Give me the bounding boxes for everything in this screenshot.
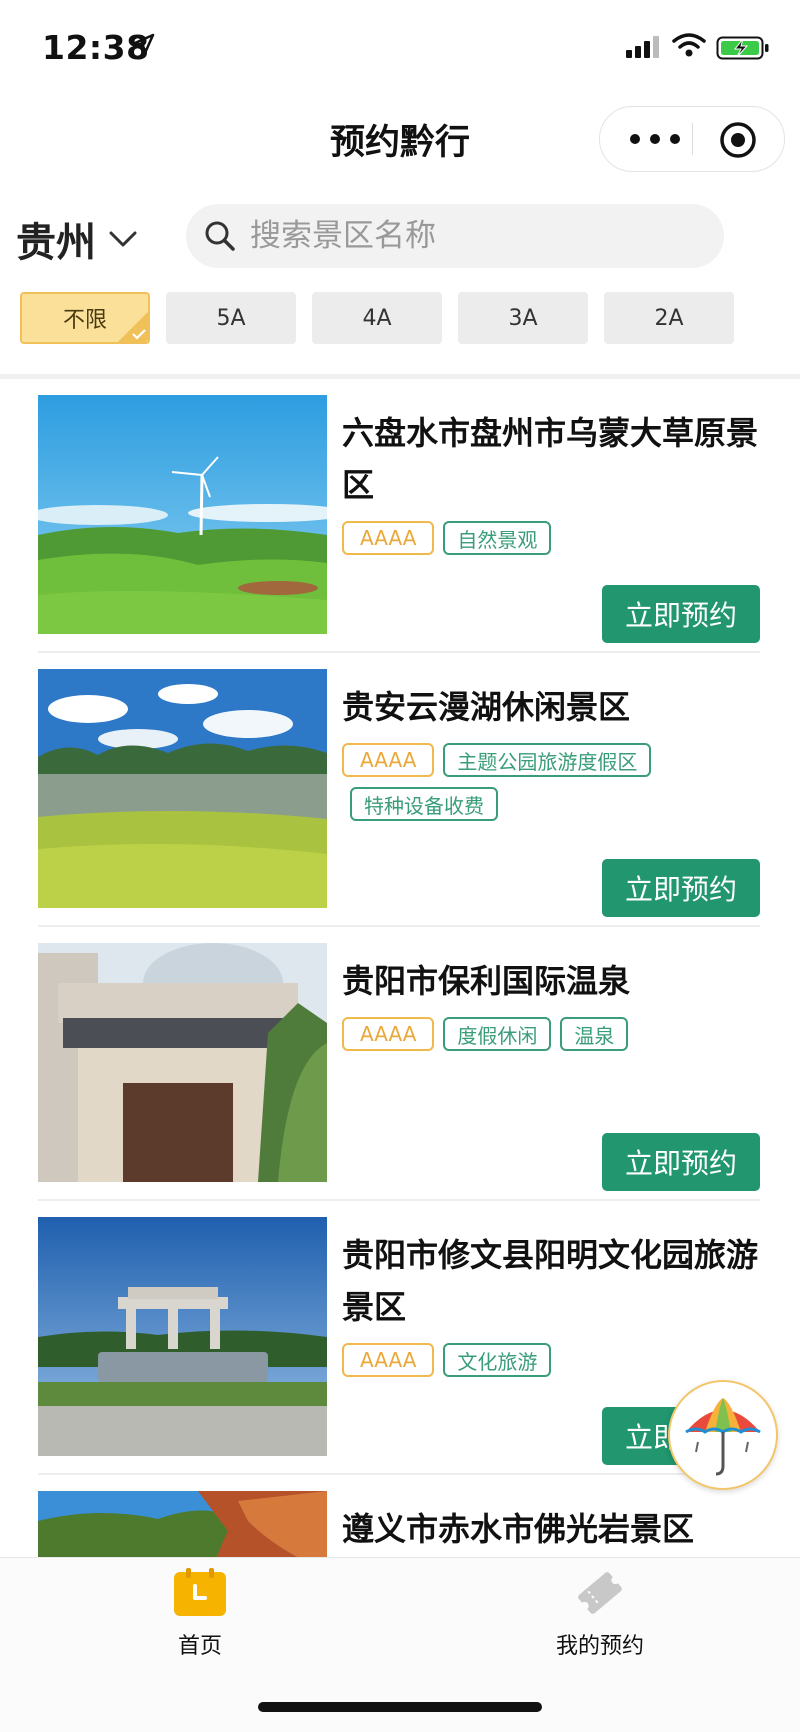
book-now-button[interactable]: 立即预约: [602, 859, 760, 917]
wifi-icon: [672, 33, 706, 57]
tab-label: 我的预约: [555, 1634, 644, 1659]
level-tag: AAAA: [342, 521, 435, 555]
more-dots-icon-dot: [650, 134, 660, 144]
category-tag: 温泉: [560, 1017, 629, 1051]
level-tag: AAAA: [342, 1017, 435, 1051]
category-tag: 度假休闲: [443, 1017, 552, 1051]
category-tag: 主题公园旅游度假区: [443, 743, 652, 777]
tab-my-reservations[interactable]: 我的预约: [500, 1568, 700, 1660]
filter-chip-5a[interactable]: 5A: [166, 292, 296, 344]
filter-chip-4a[interactable]: 4A: [312, 292, 442, 344]
scenic-thumbnail-culture-park: [38, 1217, 327, 1456]
chevron-down-icon: [109, 231, 137, 247]
status-bar: 12:38: [0, 0, 800, 92]
filter-chip-label: 3A: [508, 305, 538, 331]
calendar-icon: [174, 1568, 226, 1616]
filter-chip-2a[interactable]: 2A: [604, 292, 734, 344]
scenic-thumbnail-hot-spring: [38, 943, 327, 1182]
cellular-signal-icon: [626, 36, 659, 58]
scenic-thumbnail-rock-landscape: [38, 1491, 327, 1557]
level-tag: AAAA: [342, 1343, 435, 1377]
level-tag: AAAA: [342, 743, 435, 777]
scenic-card[interactable]: 贵安云漫湖休闲景区 AAAA 主题公园旅游度假区 特种设备收费 立即预约: [0, 653, 800, 927]
filter-chip-label: 5A: [216, 305, 246, 331]
category-tag: 自然景观: [443, 521, 552, 555]
filter-chip-label: 4A: [362, 305, 392, 331]
filter-chip-label: 2A: [654, 305, 684, 331]
scenic-tags: AAAA 文化旅游: [342, 1343, 782, 1377]
scenic-name: 贵安云漫湖休闲景区: [342, 688, 631, 726]
umbrella-icon: [685, 1398, 761, 1476]
search-input[interactable]: [248, 217, 692, 255]
book-now-button[interactable]: 立即预约: [602, 585, 760, 643]
scenic-tags: AAAA 自然景观: [342, 521, 782, 555]
scenic-name: 遵义市赤水市佛光岩景区: [342, 1510, 695, 1548]
weather-float-button[interactable]: [668, 1380, 778, 1490]
category-tag: 特种设备收费: [350, 787, 498, 821]
more-dots-icon-dot: [670, 134, 680, 144]
scenic-card[interactable]: 六盘水市盘州市乌蒙大草原景区 AAAA 自然景观 立即预约: [0, 379, 800, 653]
search-icon: [205, 221, 235, 251]
filter-chip-all[interactable]: 不限: [20, 292, 150, 344]
scenic-card[interactable]: 贵阳市保利国际温泉 AAAA 度假休闲 温泉 立即预约: [0, 927, 800, 1201]
book-now-button[interactable]: 立即预约: [602, 1133, 760, 1191]
tab-label: 首页: [177, 1634, 222, 1659]
scenic-thumbnail-grassland: [38, 395, 327, 634]
battery-charging-icon: [716, 36, 769, 60]
scenic-tags: AAAA 主题公园旅游度假区 特种设备收费: [342, 743, 782, 821]
selected-check-icon: [118, 312, 148, 342]
capsule-divider: [692, 123, 693, 155]
ticket-icon: [578, 1572, 622, 1614]
close-miniprogram-icon[interactable]: [718, 120, 758, 160]
miniprogram-capsule: [599, 106, 785, 172]
location-arrow-icon: [133, 33, 155, 55]
scenic-list: 六盘水市盘州市乌蒙大草原景区 AAAA 自然景观 立即预约 贵安云漫湖休闲景区 …: [0, 379, 800, 1557]
tab-home[interactable]: 首页: [100, 1568, 300, 1660]
home-indicator: [258, 1702, 542, 1712]
scenic-name: 贵阳市修文县阳明文化园旅游景区: [342, 1236, 759, 1326]
filter-chip-3a[interactable]: 3A: [458, 292, 588, 344]
scenic-name: 六盘水市盘州市乌蒙大草原景区: [342, 414, 759, 504]
more-dots-icon: [630, 134, 640, 144]
more-menu-button[interactable]: [630, 107, 680, 171]
scenic-name: 贵阳市保利国际温泉: [342, 962, 631, 1000]
scenic-thumbnail-lake: [38, 669, 327, 908]
category-tag: 文化旅游: [443, 1343, 552, 1377]
search-bar[interactable]: [186, 204, 724, 268]
navigation-bar: 预约黔行: [0, 92, 800, 182]
city-name: 贵州: [16, 220, 96, 266]
scenic-tags: AAAA 度假休闲 温泉: [342, 1017, 782, 1051]
filter-chip-label: 不限: [62, 308, 107, 333]
city-selector[interactable]: 贵州: [16, 210, 138, 268]
